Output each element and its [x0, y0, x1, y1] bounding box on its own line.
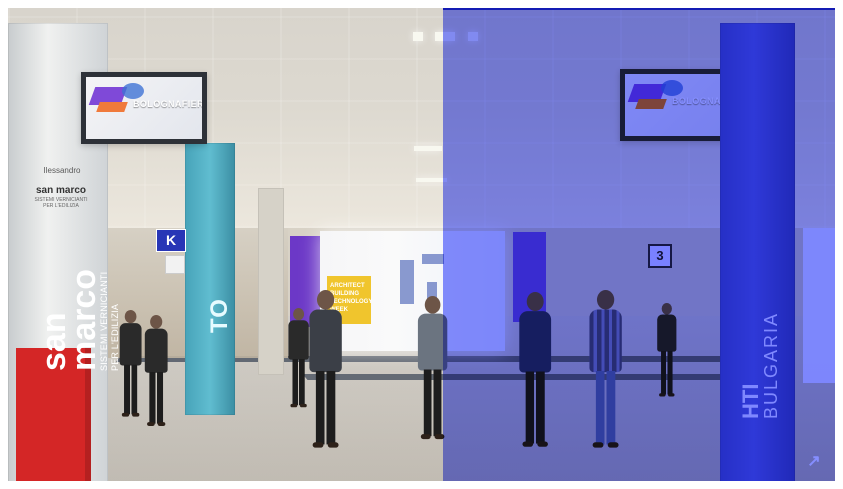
photo: ARCHITECT BUILDING TECHNOLOGY WEEK Iless…	[8, 8, 835, 481]
left-pillar-red-sign: san marco SISTEMI VERNICIANTI PER L'EDIL…	[16, 269, 120, 481]
exit-arrow-icon: ↗	[807, 453, 821, 470]
ceiling-light	[413, 32, 423, 41]
person	[141, 315, 171, 429]
person	[413, 296, 452, 443]
direction-sign-three: 3	[648, 244, 672, 268]
right-pillar-brand: HTI	[738, 383, 763, 419]
booth-block	[422, 254, 444, 264]
left-pillar-top-brand: san marco	[35, 185, 87, 196]
left-display-shape-orange	[96, 102, 128, 112]
left-pillar-top-small: SISTEMI VERNICIANTI PER L'EDILIZIA	[34, 197, 88, 209]
ceiling-light	[416, 178, 447, 182]
person	[584, 290, 627, 452]
ceiling-light	[435, 32, 455, 41]
person	[654, 303, 680, 399]
scene-layer: ARCHITECT BUILDING TECHNOLOGY WEEK Iless…	[8, 8, 835, 481]
left-display-content: BOLOGNAFIERE	[86, 77, 202, 139]
person	[304, 290, 347, 452]
right-display-shape-orange	[635, 99, 667, 109]
direction-sign-k: K	[156, 229, 186, 252]
right-pillar-country: BULGARIA	[761, 311, 781, 419]
left-pillar-top-label: Ilessandro	[43, 166, 81, 175]
right-pillar-text: HTI BULGARIA	[738, 259, 781, 419]
ceiling-light	[468, 32, 478, 41]
middle-column	[258, 188, 284, 375]
teal-column-text: TO	[206, 298, 233, 333]
left-display-text: BOLOGNAFIERE	[133, 99, 202, 109]
person	[514, 292, 556, 451]
left-pillar-red-text: san marco SISTEMI VERNICIANTI PER L'EDIL…	[35, 251, 121, 371]
small-white-sign	[165, 255, 185, 274]
right-light-panel	[803, 228, 835, 383]
ceiling-light	[414, 146, 442, 151]
left-display-screen: BOLOGNAFIERE	[81, 72, 207, 144]
blue-top-bar	[443, 8, 835, 10]
teal-column: TO	[185, 143, 235, 415]
left-pillar-brand-line-2: marco	[65, 268, 103, 371]
left-display-shape-blue	[122, 83, 144, 99]
booth-block	[400, 260, 414, 304]
right-display-shape-blue	[661, 80, 683, 96]
right-pillar: G HTI BULGARIA	[720, 23, 795, 481]
